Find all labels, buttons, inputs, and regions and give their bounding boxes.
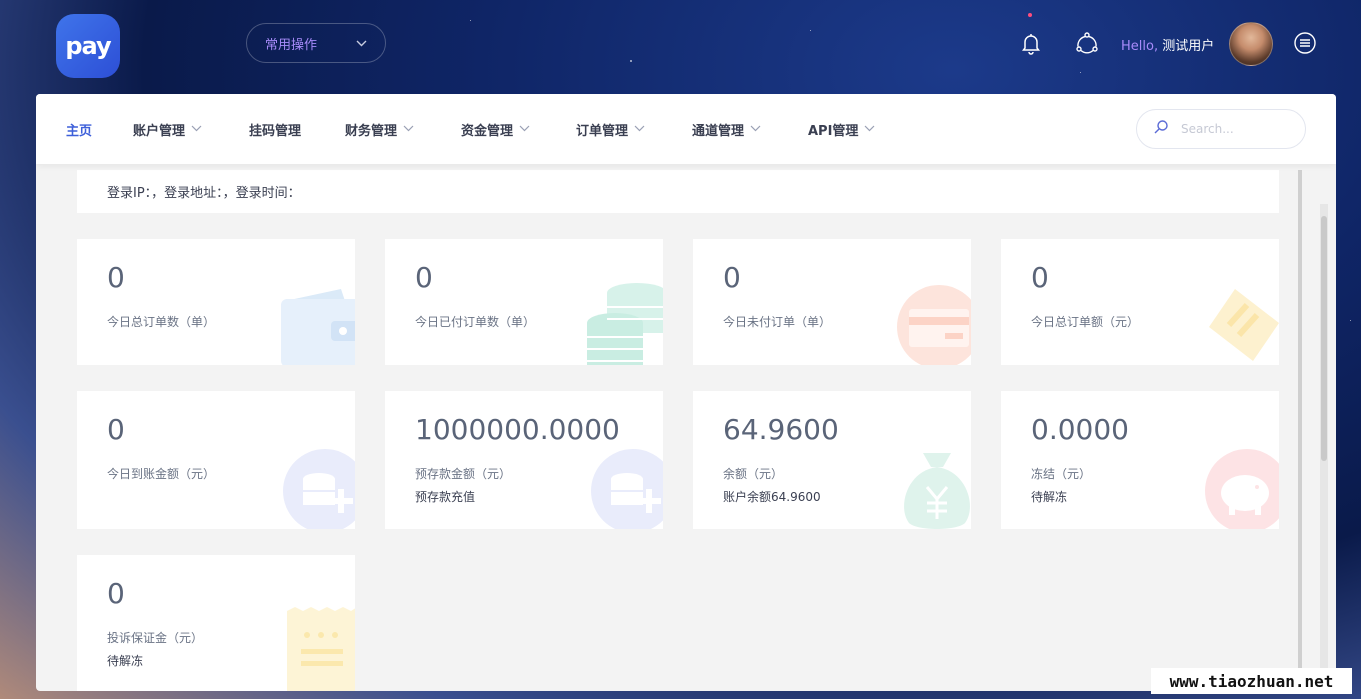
app-logo[interactable]: pay (56, 14, 120, 78)
chevron-down-icon (864, 124, 875, 135)
chevron-down-icon (191, 124, 202, 135)
nav-item-channels[interactable]: 通道管理 (692, 120, 761, 139)
stat-card-frozen: 0.0000 冻结（元） 待解冻 (1001, 391, 1279, 529)
coins-icon (587, 283, 663, 365)
main-nav: 主页 账户管理 挂码管理 财务管理 资金管理 订单管理 通道管理 API管理 (36, 94, 1336, 164)
page-scrollbar-thumb[interactable] (1321, 216, 1327, 461)
nav-label: 挂码管理 (249, 124, 302, 139)
nav-label: 通道管理 (692, 124, 745, 139)
search-input[interactable] (1179, 121, 1293, 137)
nav-label: 财务管理 (345, 124, 398, 139)
watermark-text: www.tiaozhuan.net (1169, 671, 1334, 691)
nav-label: API管理 (808, 124, 859, 139)
stat-card-deposit: 1000000.0000 预存款金额（元） 预存款充值 (385, 391, 663, 529)
chevron-down-icon (356, 37, 367, 50)
piggy-bank-icon (1205, 449, 1279, 529)
money-bag-icon (897, 447, 971, 529)
chevron-down-icon (634, 124, 645, 135)
receipt-icon (287, 607, 355, 691)
nav-label: 主页 (66, 124, 93, 139)
nav-item-api[interactable]: API管理 (808, 120, 875, 139)
search-box[interactable] (1136, 109, 1306, 149)
watermark: www.tiaozhuan.net (1151, 668, 1352, 694)
main-panel: 主页 账户管理 挂码管理 财务管理 资金管理 订单管理 通道管理 API管理 S… (36, 94, 1336, 691)
quick-ops-dropdown[interactable]: 常用操作 (246, 23, 386, 63)
logo-text: pay (65, 32, 111, 60)
stat-card-balance: 64.9600 余额（元） 账户余额64.9600 (693, 391, 971, 529)
stat-card-today-arrived: 0 今日到账金额（元） (77, 391, 355, 529)
wallet-icon (281, 287, 355, 365)
stat-card-complaint-deposit: 0 投诉保证金（元） 待解冻 (77, 555, 355, 691)
notification-dot (1028, 13, 1032, 17)
chevron-down-icon (403, 124, 414, 135)
stat-card-today-orders: 0 今日总订单数（单） (77, 239, 355, 365)
quick-ops-label: 常用操作 (265, 37, 318, 53)
avatar[interactable] (1229, 22, 1273, 66)
stat-card-paid-orders: 0 今日已付订单数（单） (385, 239, 663, 365)
login-info: 登录IP：，登录地址：，登录时间： (77, 170, 1279, 213)
menu-icon[interactable] (1293, 31, 1317, 55)
nav-label: 账户管理 (133, 124, 186, 139)
nav-item-account[interactable]: 账户管理 (133, 120, 202, 139)
chevron-down-icon (750, 124, 761, 135)
coin-add-icon (591, 449, 663, 529)
stat-card-order-amount: 0 今日总订单额（元） (1001, 239, 1279, 365)
nav-item-codes[interactable]: 挂码管理 (249, 120, 301, 139)
user-name: 测试用户 (1162, 39, 1215, 54)
ticket-icon (1205, 283, 1279, 365)
stat-value: 64.9600 (723, 413, 839, 446)
nav-label: 订单管理 (576, 124, 629, 139)
stat-value: 1000000.0000 (415, 413, 620, 446)
stat-value: 0 (107, 413, 125, 446)
content-scrollbar[interactable] (1298, 170, 1302, 691)
share-icon[interactable] (1075, 31, 1099, 55)
credit-card-icon (897, 285, 971, 365)
stat-card-unpaid-orders: 0 今日未付订单（单） (693, 239, 971, 365)
nav-item-home[interactable]: 主页 (66, 120, 92, 139)
nav-label: 资金管理 (461, 124, 514, 139)
chevron-down-icon (519, 124, 530, 135)
nav-item-orders[interactable]: 订单管理 (576, 120, 645, 139)
stat-value: 0 (107, 577, 125, 610)
user-greeting: Hello, 测试用户 (1121, 35, 1214, 54)
nav-item-finance[interactable]: 财务管理 (345, 120, 414, 139)
hello-prefix: Hello, (1121, 39, 1159, 54)
bell-icon[interactable] (1019, 31, 1043, 55)
login-info-text: 登录IP：，登录地址：，登录时间： (107, 186, 301, 201)
nav-item-funds[interactable]: 资金管理 (461, 120, 530, 139)
stat-value: 0.0000 (1031, 413, 1129, 446)
search-icon (1153, 119, 1169, 139)
coin-add-icon (283, 449, 355, 529)
